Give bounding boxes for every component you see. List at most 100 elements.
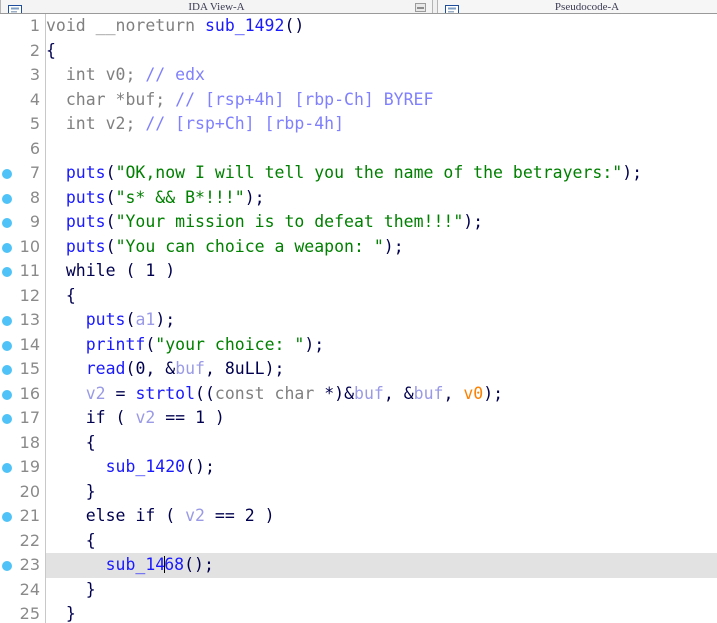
- code-token: read: [86, 359, 126, 378]
- code-text[interactable]: read(0, &buf, 8uLL);: [46, 358, 717, 379]
- code-token: [46, 457, 106, 476]
- code-text[interactable]: puts(a1);: [46, 309, 717, 330]
- code-text[interactable]: puts("Your mission is to defeat them!!!"…: [46, 211, 717, 232]
- code-text[interactable]: int v2; // [rsp+Ch] [rbp-4h]: [46, 113, 717, 134]
- code-text[interactable]: }: [46, 603, 717, 623]
- code-text[interactable]: while ( 1 ): [46, 260, 717, 281]
- code-line[interactable]: 12 {: [0, 284, 717, 309]
- code-line[interactable]: 18 {: [0, 431, 717, 456]
- code-token: (: [106, 212, 116, 231]
- code-token: sub_1492: [205, 16, 284, 35]
- code-line[interactable]: 13 puts(a1);: [0, 308, 717, 333]
- code-line[interactable]: 22 {: [0, 529, 717, 554]
- code-tokens: }: [46, 604, 76, 623]
- code-token: if: [86, 408, 106, 427]
- code-tokens: {: [46, 531, 96, 550]
- code-token: (: [145, 335, 155, 354]
- code-text[interactable]: }: [46, 481, 717, 502]
- code-token: [46, 261, 66, 280]
- code-text[interactable]: }: [46, 579, 717, 600]
- line-number: 25: [0, 604, 40, 623]
- code-token: 0: [135, 359, 145, 378]
- code-token: v2: [135, 408, 155, 427]
- close-icon[interactable]: [415, 3, 426, 12]
- code-line[interactable]: 3 int v0; // edx: [0, 63, 717, 88]
- code-line[interactable]: 8 puts("s* && B*!!!");: [0, 186, 717, 211]
- code-text[interactable]: {: [46, 40, 717, 61]
- code-token: v0: [463, 384, 483, 403]
- line-number: 14: [0, 335, 40, 355]
- code-token: buf: [414, 384, 444, 403]
- code-tokens: {: [46, 433, 96, 452]
- code-tokens: while ( 1 ): [46, 261, 175, 280]
- code-line[interactable]: 5 int v2; // [rsp+Ch] [rbp-4h]: [0, 112, 717, 137]
- pseudocode-editor[interactable]: 1void __noreturn sub_1492()2{3 int v0; /…: [0, 14, 717, 623]
- code-token: );: [463, 212, 483, 231]
- code-token: const char: [215, 384, 324, 403]
- code-text[interactable]: puts("s* && B*!!!");: [46, 187, 717, 208]
- line-number: 8: [0, 188, 40, 208]
- line-number: 13: [0, 310, 40, 330]
- code-text[interactable]: v2 = strtol((const char *)&buf, &buf, v0…: [46, 383, 717, 404]
- code-text[interactable]: sub_1468();: [46, 554, 717, 575]
- code-line[interactable]: 15 read(0, &buf, 8uLL);: [0, 357, 717, 382]
- code-line[interactable]: 11 while ( 1 ): [0, 259, 717, 284]
- code-line[interactable]: 7 puts("OK,now I will tell you the name …: [0, 161, 717, 186]
- code-line[interactable]: 23 sub_1468();: [0, 553, 717, 578]
- code-line[interactable]: 10 puts("You can choice a weapon: ");: [0, 235, 717, 260]
- code-text[interactable]: {: [46, 530, 717, 551]
- code-token: // [rsp+Ch] [rbp-4h]: [145, 114, 344, 133]
- code-token: , &: [145, 359, 175, 378]
- line-number: 1: [0, 16, 40, 36]
- code-line[interactable]: 25 }: [0, 602, 717, 623]
- code-text[interactable]: sub_1420();: [46, 456, 717, 477]
- line-number: 5: [0, 114, 40, 134]
- code-token: "You can choice a weapon: ": [116, 237, 384, 256]
- code-tokens: printf("your choice: ");: [46, 335, 324, 354]
- code-token: [46, 408, 86, 427]
- code-text[interactable]: printf("your choice: ");: [46, 334, 717, 355]
- line-number: 4: [0, 90, 40, 110]
- code-token: }: [46, 604, 76, 623]
- code-line[interactable]: 2{: [0, 39, 717, 64]
- code-text[interactable]: void __noreturn sub_1492(): [46, 15, 717, 36]
- code-lines-container[interactable]: 1void __noreturn sub_1492()2{3 int v0; /…: [0, 14, 717, 623]
- code-text[interactable]: puts("OK,now I will tell you the name of…: [46, 162, 717, 183]
- line-number: 2: [0, 41, 40, 61]
- line-number: 21: [0, 506, 40, 526]
- code-token: );: [265, 359, 285, 378]
- code-token: *)&: [324, 384, 354, 403]
- code-token: "Your mission is to defeat them!!!": [116, 212, 464, 231]
- code-line[interactable]: 20 }: [0, 480, 717, 505]
- code-line[interactable]: 24 }: [0, 578, 717, 603]
- code-token: char *buf;: [46, 90, 175, 109]
- code-line[interactable]: 9 puts("Your mission is to defeat them!!…: [0, 210, 717, 235]
- tab-ida-view-a[interactable]: IDA View-A: [0, 0, 433, 13]
- code-text[interactable]: int v0; // edx: [46, 64, 717, 85]
- code-token: ,: [205, 359, 225, 378]
- code-line[interactable]: 6: [0, 137, 717, 162]
- code-tokens: {: [46, 41, 56, 60]
- line-number: 19: [0, 457, 40, 477]
- line-number: 7: [0, 163, 40, 183]
- code-text[interactable]: {: [46, 432, 717, 453]
- code-line[interactable]: 1 void __noreturn sub_1492(): [0, 14, 717, 39]
- code-line[interactable]: 4 char *buf; // [rsp+4h] [rbp-Ch] BYREF: [0, 88, 717, 113]
- line-number: 11: [0, 261, 40, 281]
- code-text[interactable]: else if ( v2 == 2 ): [46, 505, 717, 526]
- code-token: (: [155, 506, 185, 525]
- code-tokens: v2 = strtol((const char *)&buf, &buf, v0…: [46, 384, 503, 403]
- code-line[interactable]: 14 printf("your choice: ");: [0, 333, 717, 358]
- code-line[interactable]: 16 v2 = strtol((const char *)&buf, &buf,…: [0, 382, 717, 407]
- code-text[interactable]: char *buf; // [rsp+4h] [rbp-Ch] BYREF: [46, 89, 717, 110]
- code-line[interactable]: 17 if ( v2 == 1 ): [0, 406, 717, 431]
- code-token: [46, 188, 66, 207]
- code-line[interactable]: 19 sub_1420();: [0, 455, 717, 480]
- code-text[interactable]: puts("You can choice a weapon: ");: [46, 236, 717, 257]
- code-text[interactable]: if ( v2 == 1 ): [46, 407, 717, 428]
- code-text[interactable]: {: [46, 285, 717, 306]
- code-token: ==: [205, 506, 245, 525]
- tab-pseudocode-a[interactable]: Pseudocode-A: [437, 0, 717, 13]
- code-tokens: if ( v2 == 1 ): [46, 408, 225, 427]
- code-line[interactable]: 21 else if ( v2 == 2 ): [0, 504, 717, 529]
